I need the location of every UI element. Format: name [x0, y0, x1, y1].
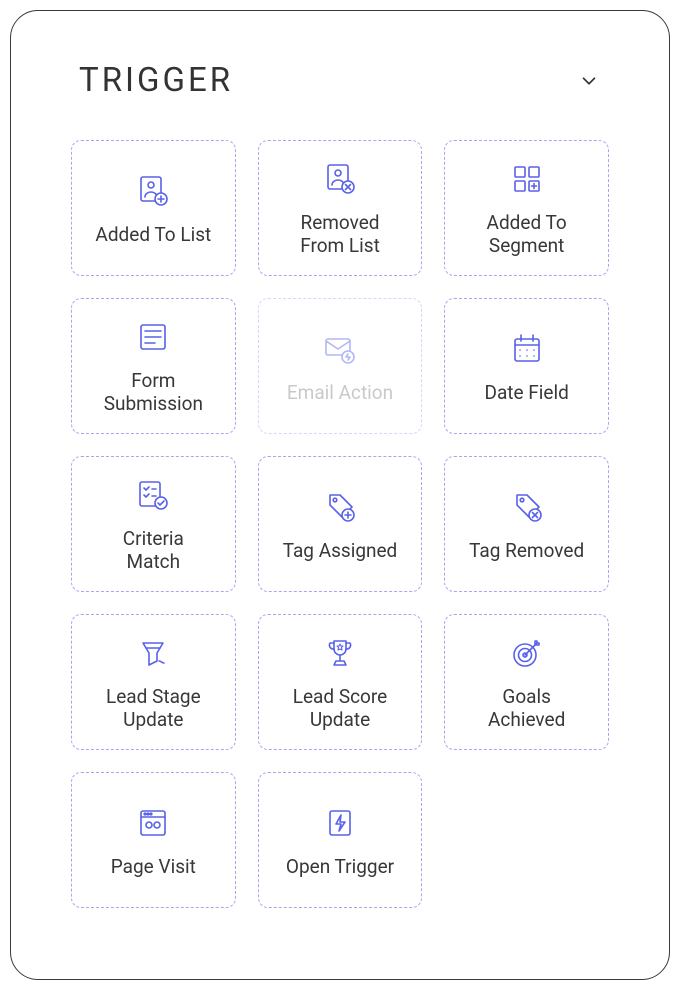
- segment-add-icon: [506, 158, 548, 200]
- user-remove-icon: [319, 158, 361, 200]
- trigger-grid: Added To List Removed From List Added To S…: [71, 140, 609, 908]
- target-icon: [506, 632, 548, 674]
- trigger-card-label: Goals Achieved: [488, 686, 565, 732]
- trigger-card-tag-assigned[interactable]: Tag Assigned: [258, 456, 423, 592]
- trigger-card-email-action: Email Action: [258, 298, 423, 434]
- calendar-icon: [506, 328, 548, 370]
- trigger-card-criteria-match[interactable]: Criteria Match: [71, 456, 236, 592]
- funnel-icon: [132, 632, 174, 674]
- trigger-card-form-submission[interactable]: Form Submission: [71, 298, 236, 434]
- trigger-card-open-trigger[interactable]: Open Trigger: [258, 772, 423, 908]
- tag-add-icon: [319, 486, 361, 528]
- page-icon: [132, 802, 174, 844]
- criteria-icon: [132, 474, 174, 516]
- trigger-card-label: Form Submission: [104, 370, 203, 416]
- trigger-card-label: Date Field: [484, 382, 568, 405]
- trigger-card-label: Open Trigger: [286, 856, 394, 879]
- panel-title: TRIGGER: [79, 61, 233, 100]
- form-icon: [132, 316, 174, 358]
- trigger-panel: TRIGGER Added To ListRemoved From ListAd…: [10, 10, 670, 980]
- trigger-card-removed-from-list[interactable]: Removed From List: [258, 140, 423, 276]
- trigger-card-added-to-segment[interactable]: Added To Segment: [444, 140, 609, 276]
- trigger-card-label: Tag Assigned: [283, 540, 398, 563]
- user-add-icon: [132, 170, 174, 212]
- bolt-icon: [319, 802, 361, 844]
- trigger-card-goals-achieved[interactable]: Goals Achieved: [444, 614, 609, 750]
- trigger-card-label: Criteria Match: [123, 528, 184, 574]
- tag-remove-icon: [506, 486, 548, 528]
- trigger-card-label: Added To List: [95, 224, 211, 247]
- trigger-card-label: Removed From List: [300, 212, 380, 258]
- trigger-card-label: Lead Score Update: [293, 686, 387, 732]
- trigger-card-label: Lead Stage Update: [106, 686, 201, 732]
- trophy-icon: [319, 632, 361, 674]
- trigger-card-lead-score-update[interactable]: Lead Score Update: [258, 614, 423, 750]
- email-action-icon: [319, 328, 361, 370]
- trigger-card-date-field[interactable]: Date Field: [444, 298, 609, 434]
- trigger-card-label: Email Action: [287, 382, 393, 405]
- panel-header: TRIGGER: [71, 61, 609, 100]
- trigger-card-tag-removed[interactable]: Tag Removed: [444, 456, 609, 592]
- trigger-card-page-visit[interactable]: Page Visit: [71, 772, 236, 908]
- trigger-card-added-to-list[interactable]: Added To List: [71, 140, 236, 276]
- trigger-card-label: Added To Segment: [487, 212, 567, 258]
- trigger-card-label: Page Visit: [111, 856, 196, 879]
- chevron-down-icon[interactable]: [577, 69, 601, 93]
- trigger-card-label: Tag Removed: [469, 540, 584, 563]
- trigger-card-lead-stage-update[interactable]: Lead Stage Update: [71, 614, 236, 750]
